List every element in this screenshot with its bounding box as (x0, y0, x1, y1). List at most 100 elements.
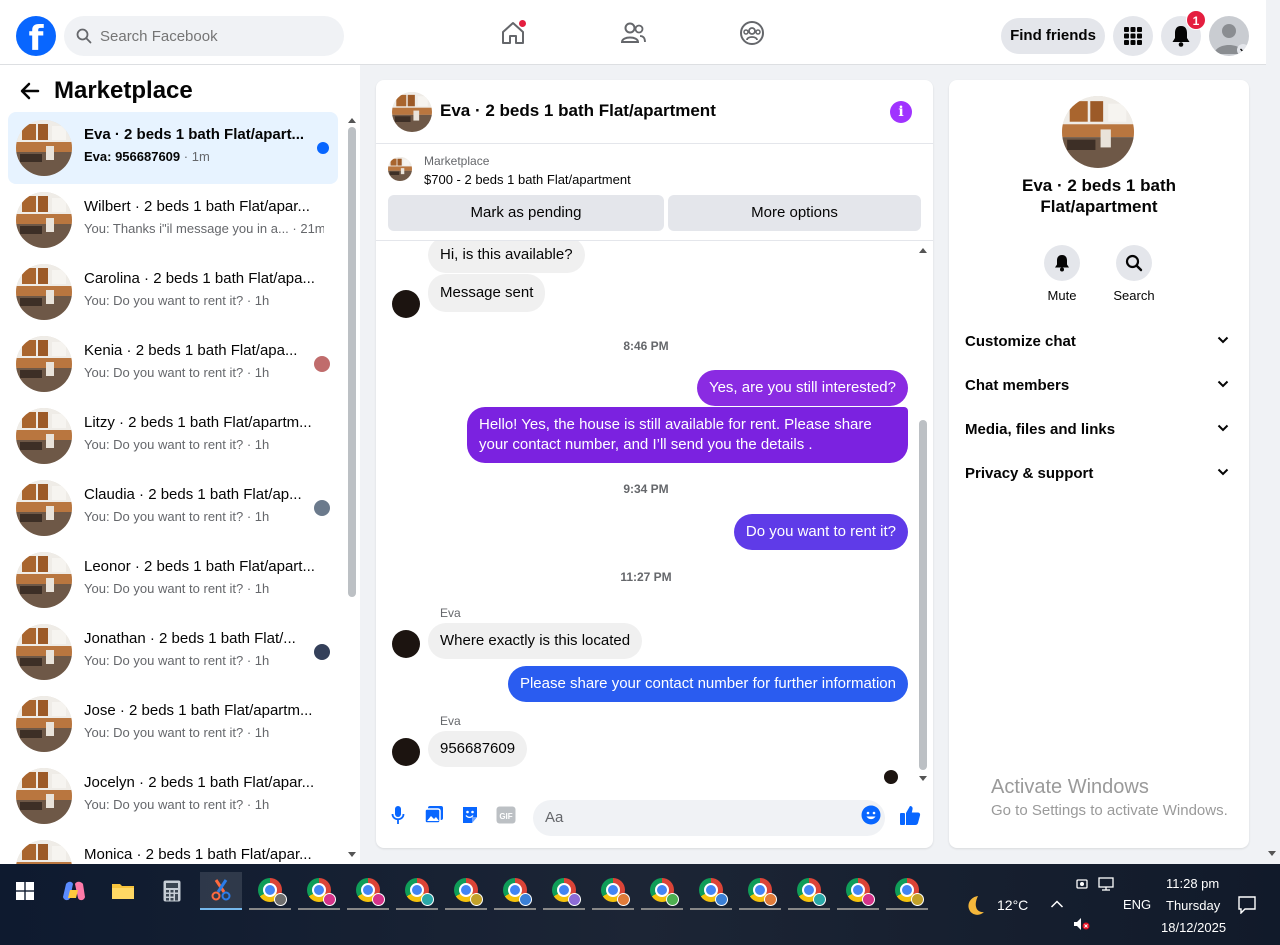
search-box[interactable] (64, 16, 344, 56)
clock-time[interactable]: 11:28 pm (1166, 876, 1219, 891)
conversation-item[interactable]: Wilbert · 2 beds 1 bath Flat/apar... You:… (8, 184, 338, 256)
conversation-thumbnail[interactable] (16, 696, 72, 752)
facebook-logo[interactable]: f (16, 16, 56, 56)
conversation-thumbnail[interactable] (16, 408, 72, 464)
messages-scrollbar[interactable] (919, 420, 927, 770)
conversation-thumbnail[interactable] (16, 264, 72, 320)
message-received[interactable]: Message sent (428, 274, 546, 312)
gif-icon[interactable]: GIF (495, 804, 517, 826)
weather-temperature[interactable]: 12°C (997, 897, 1028, 913)
search-magnifier-icon[interactable] (1116, 245, 1152, 281)
copilot-icon[interactable] (53, 872, 95, 910)
input-language[interactable]: ENG (1123, 897, 1151, 912)
message-sent[interactable]: Hello! Yes, the house is still available… (467, 407, 908, 463)
friends-icon[interactable] (618, 18, 648, 48)
sender-avatar[interactable] (392, 290, 420, 318)
chat-members-section[interactable]: Chat members (965, 364, 1233, 408)
chrome-browser-icon[interactable] (249, 872, 291, 910)
chrome-browser-icon[interactable] (788, 872, 830, 910)
chevron-down-icon[interactable] (1217, 336, 1229, 344)
messages-scroll-down-arrow[interactable] (919, 776, 927, 781)
notification-center-icon[interactable] (1238, 896, 1256, 917)
conversation-thumbnail[interactable] (16, 768, 72, 824)
listing-price[interactable]: $700 - 2 beds 1 bath Flat/apartment (424, 172, 631, 187)
find-friends-button[interactable]: Find friends (1001, 18, 1105, 54)
scroll-up-arrow[interactable] (348, 118, 356, 123)
chrome-browser-icon[interactable] (494, 872, 536, 910)
menu-grid-icon[interactable] (1113, 16, 1153, 56)
conversation-list-scrollbar[interactable] (348, 127, 356, 597)
chat-title[interactable]: Eva · 2 beds 1 bath Flat/apartment (440, 101, 716, 121)
customize-chat-section[interactable]: Customize chat (965, 320, 1233, 364)
conversation-thumbnail[interactable] (16, 336, 72, 392)
windows-start-icon[interactable] (4, 872, 46, 910)
clock-date[interactable]: 18/12/2025 (1161, 920, 1226, 935)
chrome-browser-icon[interactable] (739, 872, 781, 910)
mute-bell-icon[interactable] (1044, 245, 1080, 281)
photo-attach-icon[interactable] (423, 804, 445, 826)
volume-muted-icon[interactable] (1073, 917, 1091, 934)
chevron-down-icon[interactable] (1217, 424, 1229, 432)
chrome-browser-icon[interactable] (445, 872, 487, 910)
conversation-item[interactable]: Kenia · 2 beds 1 bath Flat/apa... You: Do… (8, 328, 338, 400)
conversation-item[interactable]: Jonathan · 2 beds 1 bath Flat/... You: Do… (8, 616, 338, 688)
chrome-browser-icon[interactable] (592, 872, 634, 910)
chrome-browser-icon[interactable] (543, 872, 585, 910)
conversation-thumbnail[interactable] (16, 624, 72, 680)
chevron-down-icon[interactable] (1217, 468, 1229, 476)
messages-scroll-up-arrow[interactable] (919, 248, 927, 253)
conversation-item[interactable]: Eva · 2 beds 1 bath Flat/apart... Eva: 95… (8, 112, 338, 184)
message-received[interactable]: Where exactly is this located (428, 623, 643, 659)
conversation-thumbnail[interactable] (16, 840, 72, 864)
more-options-button[interactable]: More options (668, 195, 921, 231)
conversation-thumbnail[interactable] (16, 192, 72, 248)
sender-avatar[interactable] (392, 738, 420, 766)
info-icon[interactable]: i (890, 101, 912, 123)
page-scrollbar[interactable] (1266, 0, 1280, 864)
clock-day[interactable]: Thursday (1166, 898, 1220, 913)
conversation-thumbnail[interactable] (16, 480, 72, 536)
emoji-icon[interactable] (860, 804, 882, 826)
file-explorer-icon[interactable] (102, 872, 144, 910)
search-action[interactable]: Search (1104, 245, 1164, 303)
snipping-tool-icon[interactable] (200, 872, 242, 910)
message-sent[interactable]: Please share your contact number for fur… (507, 666, 908, 702)
conversation-item[interactable]: Carolina · 2 beds 1 bath Flat/apa... You:… (8, 256, 338, 328)
chrome-browser-icon[interactable] (886, 872, 928, 910)
page-scroll-down-arrow[interactable] (1268, 851, 1276, 856)
chrome-browser-icon[interactable] (641, 872, 683, 910)
weather-moon-icon[interactable] (964, 894, 988, 921)
chrome-browser-icon[interactable] (347, 872, 389, 910)
chrome-browser-icon[interactable] (298, 872, 340, 910)
listing-thumbnail[interactable] (392, 92, 432, 132)
conversation-item[interactable]: Leonor · 2 beds 1 bath Flat/apart... You:… (8, 544, 338, 616)
mark-as-pending-button[interactable]: Mark as pending (388, 195, 664, 231)
meet-now-icon[interactable] (1075, 877, 1089, 894)
conversation-item[interactable]: Claudia · 2 beds 1 bath Flat/ap... You: D… (8, 472, 338, 544)
scroll-down-arrow[interactable] (348, 852, 356, 857)
media-files-links-section[interactable]: Media, files and links (965, 408, 1233, 452)
conversation-thumbnail[interactable] (16, 552, 72, 608)
chrome-browser-icon[interactable] (837, 872, 879, 910)
message-sent[interactable]: Yes, are you still interested? (696, 370, 908, 406)
message-received[interactable]: 956687609 (428, 731, 528, 767)
chrome-browser-icon[interactable] (690, 872, 732, 910)
search-input[interactable] (100, 27, 320, 45)
message-received[interactable]: Hi, is this available? (428, 241, 585, 273)
privacy-support-section[interactable]: Privacy & support (965, 452, 1233, 496)
calculator-icon[interactable] (151, 872, 193, 910)
chevron-up-icon[interactable] (1050, 897, 1064, 912)
message-input[interactable]: Aa (533, 800, 885, 836)
home-icon[interactable] (498, 18, 528, 48)
network-icon[interactable] (1098, 877, 1114, 894)
listing-small-thumbnail[interactable] (388, 157, 412, 181)
microphone-icon[interactable] (387, 804, 409, 826)
sender-avatar[interactable] (392, 630, 420, 658)
chevron-down-icon[interactable] (1217, 380, 1229, 388)
conversation-item[interactable]: Jocelyn · 2 beds 1 bath Flat/apar... You:… (8, 760, 338, 832)
profile-avatar[interactable] (1209, 16, 1249, 56)
groups-icon[interactable] (737, 18, 767, 48)
conversation-thumbnail[interactable] (16, 120, 72, 176)
sticker-icon[interactable] (459, 804, 481, 826)
chrome-browser-icon[interactable] (396, 872, 438, 910)
